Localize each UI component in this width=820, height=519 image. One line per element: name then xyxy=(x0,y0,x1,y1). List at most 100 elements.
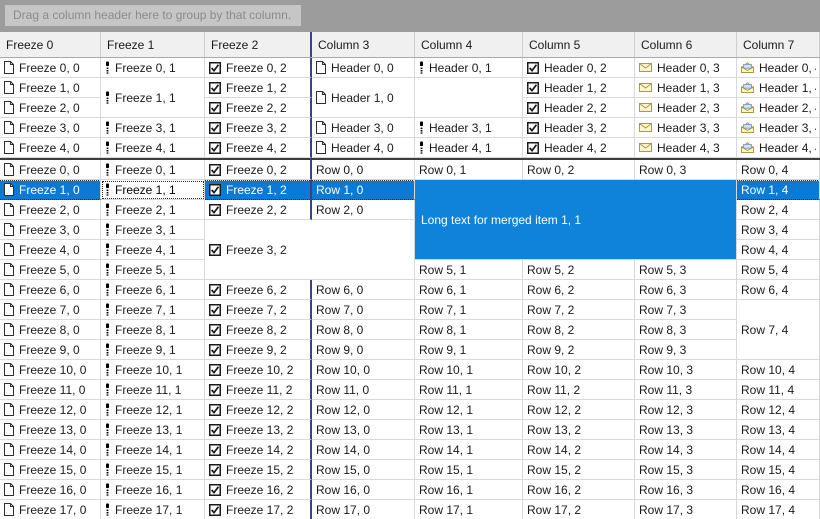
fixed-row-cell[interactable]: Header 3, 3 xyxy=(635,118,737,138)
data-row-cell[interactable]: Freeze 15, 2 xyxy=(205,460,312,480)
data-row-cell[interactable]: Freeze 17, 1 xyxy=(101,500,205,519)
data-row-cell[interactable]: Row 17, 0 xyxy=(312,500,415,519)
group-by-panel[interactable]: Drag a column header here to group by th… xyxy=(0,0,820,32)
fixed-row-cell[interactable]: Freeze 1, 1 xyxy=(101,78,205,118)
data-row-cell[interactable]: Row 10, 3 xyxy=(635,360,737,380)
data-row-cell[interactable]: Row 7, 0 xyxy=(312,300,415,320)
data-row-cell[interactable]: Row 11, 2 xyxy=(523,380,635,400)
fixed-row-cell[interactable]: Header 3, 4 xyxy=(737,118,820,138)
data-row-cell[interactable]: Row 12, 4 xyxy=(737,400,820,420)
data-row-cell[interactable]: Row 17, 3 xyxy=(635,500,737,519)
data-row-cell[interactable]: Row 0, 0 xyxy=(312,160,415,180)
column-header-column-7[interactable]: Column 7 xyxy=(737,32,820,57)
data-row-cell[interactable]: Row 6, 1 xyxy=(415,280,523,300)
data-row-cell[interactable]: Freeze 6, 2 xyxy=(205,280,312,300)
data-row-cell[interactable]: Row 1, 4 xyxy=(737,180,820,200)
data-row-cell[interactable]: Freeze 7, 0 xyxy=(0,300,101,320)
data-row-cell[interactable]: Freeze 9, 0 xyxy=(0,340,101,360)
data-row-cell[interactable]: Freeze 16, 1 xyxy=(101,480,205,500)
data-row-cell[interactable]: Freeze 11, 0 xyxy=(0,380,101,400)
data-row-cell[interactable]: Freeze 12, 2 xyxy=(205,400,312,420)
data-row-cell[interactable]: Freeze 4, 0 xyxy=(0,240,101,260)
data-row-cell[interactable]: Row 12, 1 xyxy=(415,400,523,420)
data-row-cell[interactable]: Row 2, 0 xyxy=(312,200,415,220)
data-row-cell[interactable]: Row 9, 1 xyxy=(415,340,523,360)
data-row-cell[interactable]: Row 8, 1 xyxy=(415,320,523,340)
data-row-cell[interactable]: Row 13, 1 xyxy=(415,420,523,440)
data-row-cell[interactable]: Freeze 14, 2 xyxy=(205,440,312,460)
data-row-cell[interactable]: Row 9, 2 xyxy=(523,340,635,360)
data-row-cell[interactable]: Row 11, 0 xyxy=(312,380,415,400)
fixed-row-cell[interactable]: Header 0, 4 xyxy=(737,58,820,78)
data-row-cell[interactable]: Row 5, 2 xyxy=(523,260,635,280)
data-row-cell[interactable]: Row 13, 3 xyxy=(635,420,737,440)
data-row-cell[interactable]: Row 16, 3 xyxy=(635,480,737,500)
data-row-cell[interactable]: Row 10, 1 xyxy=(415,360,523,380)
data-row-cell[interactable]: Row 16, 1 xyxy=(415,480,523,500)
data-row-cell[interactable]: Freeze 14, 1 xyxy=(101,440,205,460)
data-row-cell[interactable]: Row 14, 1 xyxy=(415,440,523,460)
fixed-row-cell[interactable]: Header 3, 2 xyxy=(523,118,635,138)
data-row-cell[interactable]: Row 9, 0 xyxy=(312,340,415,360)
data-row-cell[interactable]: Freeze 11, 1 xyxy=(101,380,205,400)
data-row-cell[interactable]: Row 8, 3 xyxy=(635,320,737,340)
data-row-cell[interactable]: Row 15, 0 xyxy=(312,460,415,480)
data-row-cell[interactable]: Row 12, 3 xyxy=(635,400,737,420)
data-row-cell[interactable]: Freeze 7, 1 xyxy=(101,300,205,320)
data-row-cell[interactable]: Freeze 1, 0 xyxy=(0,180,101,200)
data-row-cell[interactable]: Row 10, 0 xyxy=(312,360,415,380)
data-row-cell[interactable]: Freeze 2, 0 xyxy=(0,200,101,220)
fixed-row-cell[interactable]: Freeze 4, 2 xyxy=(205,138,312,158)
data-row-cell[interactable]: Row 5, 4 xyxy=(737,260,820,280)
data-row-cell[interactable]: Freeze 12, 1 xyxy=(101,400,205,420)
data-row-cell[interactable]: Row 10, 4 xyxy=(737,360,820,380)
fixed-row-cell[interactable]: Header 0, 1 xyxy=(415,58,523,78)
data-row-cell[interactable]: Freeze 9, 2 xyxy=(205,340,312,360)
data-row-cell[interactable]: Freeze 2, 1 xyxy=(101,200,205,220)
data-row-cell[interactable]: Row 8, 0 xyxy=(312,320,415,340)
data-row-cell[interactable]: Row 15, 3 xyxy=(635,460,737,480)
data-row-cell[interactable]: Row 0, 3 xyxy=(635,160,737,180)
data-row-cell[interactable]: Freeze 4, 1 xyxy=(101,240,205,260)
data-row-cell[interactable]: Freeze 1, 1 xyxy=(101,180,205,200)
data-row-cell[interactable]: Freeze 11, 2 xyxy=(205,380,312,400)
column-header-column-4[interactable]: Column 4 xyxy=(415,32,523,57)
data-row-cell[interactable]: Freeze 7, 2 xyxy=(205,300,312,320)
data-row-cell[interactable]: Freeze 10, 1 xyxy=(101,360,205,380)
data-row-cell[interactable]: Row 17, 1 xyxy=(415,500,523,519)
data-row-cell[interactable]: Freeze 5, 0 xyxy=(0,260,101,280)
data-row-cell[interactable]: Freeze 13, 2 xyxy=(205,420,312,440)
data-row-cell[interactable]: Freeze 0, 1 xyxy=(101,160,205,180)
data-row-cell[interactable]: Freeze 17, 0 xyxy=(0,500,101,519)
data-row-cell[interactable]: Freeze 8, 1 xyxy=(101,320,205,340)
column-header-freeze-2[interactable]: Freeze 2 xyxy=(205,32,312,57)
data-row-cell[interactable]: Freeze 16, 0 xyxy=(0,480,101,500)
data-row-cell[interactable]: Freeze 3, 2 xyxy=(205,220,415,280)
data-row-cell[interactable]: Freeze 3, 1 xyxy=(101,220,205,240)
data-row-cell[interactable]: Row 12, 0 xyxy=(312,400,415,420)
fixed-row-cell[interactable]: Header 3, 0 xyxy=(312,118,415,138)
data-row-cell[interactable]: Row 16, 4 xyxy=(737,480,820,500)
fixed-row-cell[interactable]: Header 2, 3 xyxy=(635,98,737,118)
data-row-cell[interactable]: Freeze 16, 2 xyxy=(205,480,312,500)
data-row-cell[interactable]: Row 0, 2 xyxy=(523,160,635,180)
data-row-cell[interactable]: Row 5, 1 xyxy=(415,260,523,280)
column-header-column-5[interactable]: Column 5 xyxy=(523,32,635,57)
data-row-cell[interactable]: Freeze 9, 1 xyxy=(101,340,205,360)
data-row-cell[interactable]: Row 5, 3 xyxy=(635,260,737,280)
data-row-cell[interactable]: Row 15, 4 xyxy=(737,460,820,480)
data-row-cell[interactable]: Row 7, 4 xyxy=(737,300,820,360)
column-header-column-3[interactable]: Column 3 xyxy=(312,32,415,57)
data-row-cell[interactable]: Freeze 2, 2 xyxy=(205,200,312,220)
fixed-row-cell[interactable]: Freeze 4, 1 xyxy=(101,138,205,158)
data-row-cell[interactable]: Row 3, 4 xyxy=(737,220,820,240)
data-row-cell[interactable]: Freeze 10, 0 xyxy=(0,360,101,380)
data-row-cell[interactable]: Freeze 14, 0 xyxy=(0,440,101,460)
data-row-cell[interactable]: Row 7, 1 xyxy=(415,300,523,320)
data-row-cell[interactable]: Row 10, 2 xyxy=(523,360,635,380)
fixed-row-cell[interactable]: Header 4, 0 xyxy=(312,138,415,158)
data-row-cell[interactable]: Row 0, 4 xyxy=(737,160,820,180)
data-row-cell[interactable]: Freeze 12, 0 xyxy=(0,400,101,420)
fixed-row-cell[interactable]: Header 0, 2 xyxy=(523,58,635,78)
data-row-cell[interactable]: Row 8, 2 xyxy=(523,320,635,340)
